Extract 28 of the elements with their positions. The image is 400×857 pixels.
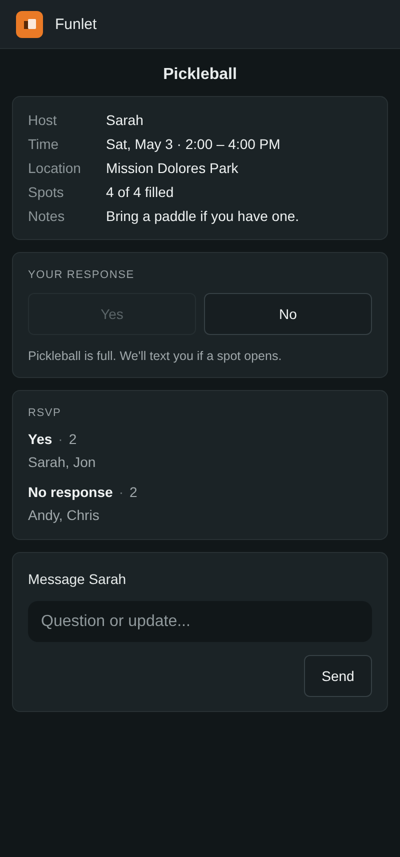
rsvp-status: No response — [28, 484, 113, 500]
detail-label: Time — [28, 136, 60, 152]
detail-value: Mission Dolores Park — [106, 160, 240, 176]
rsvp-status: Yes — [28, 431, 52, 447]
detail-label: Host — [28, 112, 58, 128]
send-button[interactable]: Send — [304, 655, 372, 697]
rsvp-count: 2 — [68, 431, 77, 447]
response-button[interactable]: No — [204, 293, 372, 335]
section-heading: YOUR RESPONSE — [28, 269, 136, 281]
message-field[interactable]: Question or update... — [28, 601, 372, 642]
section-heading: RSVP — [28, 407, 62, 419]
rsvp-count: 2 — [129, 484, 138, 500]
separator-dot: · — [58, 431, 63, 447]
detail-value: Sarah — [106, 112, 144, 128]
detail-label: Location — [28, 160, 82, 176]
detail-value: 4 of 4 filled — [106, 184, 175, 200]
app-name: Funlet — [55, 16, 97, 32]
detail-value: Bring a paddle if you have one. — [106, 208, 300, 224]
rsvp-names: Andy, Chris — [28, 507, 100, 523]
separator-dot: · — [118, 484, 124, 500]
detail-label: Notes — [28, 208, 66, 224]
app-logo-icon — [16, 10, 43, 38]
response-note: Pickleball is full. We'll text you if a spot opens. — [28, 349, 283, 363]
rsvp-names: Sarah, Jon — [28, 454, 97, 470]
page-title: Pickleball — [162, 66, 238, 84]
detail-label: Spots — [28, 184, 65, 200]
detail-value: Sat, May 3 · 2:00 – 4:00 PM — [106, 136, 282, 152]
message-heading: Message Sarah — [28, 571, 128, 587]
